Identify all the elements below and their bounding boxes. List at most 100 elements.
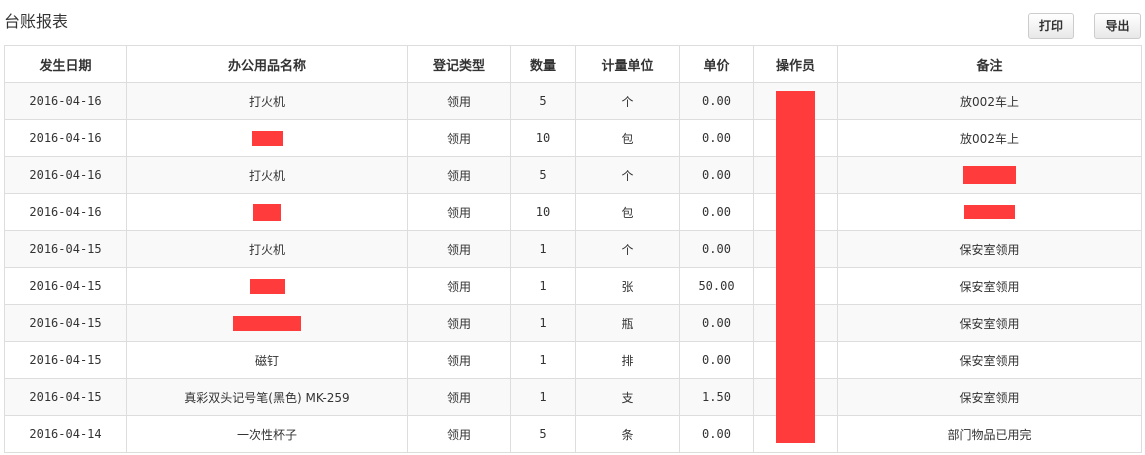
cell-unit: 个: [575, 82, 680, 120]
cell-price: 0.00: [679, 156, 754, 194]
redaction-mark: [233, 315, 301, 331]
cell-name: [126, 267, 408, 305]
ledger-table: 发生日期 办公用品名称 登记类型 数量 计量单位 单价 操作员 备注 2016-…: [4, 45, 1142, 453]
cell-remark: 保安室领用: [837, 378, 1142, 416]
cell-name: 打火机: [126, 156, 408, 194]
cell-type: 领用: [407, 415, 511, 453]
cell-price: 0.00: [679, 304, 754, 342]
print-button[interactable]: 打印: [1028, 13, 1074, 39]
header-unit[interactable]: 计量单位: [575, 45, 680, 83]
cell-name: 磁钉: [126, 341, 408, 379]
cell-type: 领用: [407, 230, 511, 268]
cell-type: 领用: [407, 378, 511, 416]
cell-name: [126, 304, 408, 342]
cell-type: 领用: [407, 341, 511, 379]
cell-name: 一次性杯子: [126, 415, 408, 453]
table-row[interactable]: 2016-04-15 领用 1 张 50.00 保安室领用: [4, 267, 1142, 305]
table-row[interactable]: 2016-04-16 领用 10 包 0.00: [4, 193, 1142, 231]
redaction-mark: [249, 278, 285, 294]
cell-qty: 10: [510, 119, 576, 157]
cell-date: 2016-04-15: [4, 378, 127, 416]
table-row[interactable]: 2016-04-15 真彩双头记号笔(黑色) MK-259 领用 1 支 1.5…: [4, 378, 1142, 416]
cell-price: 50.00: [679, 267, 754, 305]
export-button[interactable]: 导出: [1094, 13, 1141, 39]
cell-unit: 个: [575, 156, 680, 194]
cell-remark: 部门物品已用完: [837, 415, 1142, 453]
cell-name: 打火机: [126, 230, 408, 268]
cell-remark: 放002车上: [837, 82, 1142, 120]
cell-unit: 条: [575, 415, 680, 453]
cell-price: 0.00: [679, 82, 754, 120]
table-row[interactable]: 2016-04-15 领用 1 瓶 0.00 保安室领用: [4, 304, 1142, 342]
cell-remark: 保安室领用: [837, 267, 1142, 305]
cell-price: 0.00: [679, 341, 754, 379]
cell-price: 0.00: [679, 119, 754, 157]
header-operator[interactable]: 操作员: [753, 45, 838, 83]
page-title: 台账报表: [4, 12, 69, 31]
cell-date: 2016-04-16: [4, 119, 127, 157]
redaction-mark: [251, 130, 283, 146]
cell-name: [126, 119, 408, 157]
cell-date: 2016-04-15: [4, 304, 127, 342]
table-row[interactable]: 2016-04-16 打火机 领用 5 个 0.00: [4, 156, 1142, 194]
cell-qty: 1: [510, 230, 576, 268]
table-header-row: 发生日期 办公用品名称 登记类型 数量 计量单位 单价 操作员 备注: [4, 45, 1142, 83]
cell-date: 2016-04-15: [4, 230, 127, 268]
cell-date: 2016-04-16: [4, 193, 127, 231]
cell-remark: 保安室领用: [837, 230, 1142, 268]
cell-name: 打火机: [126, 82, 408, 120]
cell-price: 0.00: [679, 230, 754, 268]
cell-type: 领用: [407, 119, 511, 157]
table-row[interactable]: 2016-04-15 磁钉 领用 1 排 0.00 保安室领用: [4, 341, 1142, 379]
table-row[interactable]: 2016-04-16 领用 10 包 0.00 放002车上: [4, 119, 1142, 157]
header-date[interactable]: 发生日期: [4, 45, 127, 83]
cell-qty: 1: [510, 304, 576, 342]
redaction-mark: [963, 166, 1016, 184]
cell-qty: 5: [510, 415, 576, 453]
cell-type: 领用: [407, 304, 511, 342]
cell-unit: 排: [575, 341, 680, 379]
cell-unit: 瓶: [575, 304, 680, 342]
cell-qty: 1: [510, 341, 576, 379]
cell-type: 领用: [407, 193, 511, 231]
cell-date: 2016-04-15: [4, 341, 127, 379]
redaction-mark: [964, 205, 1015, 220]
cell-remark: [837, 193, 1142, 231]
header-type[interactable]: 登记类型: [407, 45, 511, 83]
operator-redaction-block: [776, 91, 815, 443]
table-row[interactable]: 2016-04-16 打火机 领用 5 个 0.00 放002车上: [4, 82, 1142, 120]
cell-remark: [837, 156, 1142, 194]
redaction-mark: [253, 203, 281, 221]
cell-date: 2016-04-16: [4, 156, 127, 194]
cell-date: 2016-04-14: [4, 415, 127, 453]
cell-price: 0.00: [679, 415, 754, 453]
header-name[interactable]: 办公用品名称: [126, 45, 408, 83]
table-row[interactable]: 2016-04-14 一次性杯子 领用 5 条 0.00 部门物品已用完: [4, 415, 1142, 453]
cell-qty: 10: [510, 193, 576, 231]
cell-unit: 张: [575, 267, 680, 305]
header-price[interactable]: 单价: [679, 45, 754, 83]
cell-date: 2016-04-16: [4, 82, 127, 120]
cell-qty: 5: [510, 82, 576, 120]
cell-unit: 包: [575, 119, 680, 157]
cell-qty: 5: [510, 156, 576, 194]
cell-qty: 1: [510, 267, 576, 305]
cell-date: 2016-04-15: [4, 267, 127, 305]
cell-price: 0.00: [679, 193, 754, 231]
cell-unit: 个: [575, 230, 680, 268]
cell-unit: 支: [575, 378, 680, 416]
cell-remark: 放002车上: [837, 119, 1142, 157]
cell-type: 领用: [407, 156, 511, 194]
header-remark[interactable]: 备注: [837, 45, 1142, 83]
cell-price: 1.50: [679, 378, 754, 416]
header-qty[interactable]: 数量: [510, 45, 576, 83]
cell-name: [126, 193, 408, 231]
cell-remark: 保安室领用: [837, 341, 1142, 379]
table-row[interactable]: 2016-04-15 打火机 领用 1 个 0.00 保安室领用: [4, 230, 1142, 268]
cell-remark: 保安室领用: [837, 304, 1142, 342]
cell-name: 真彩双头记号笔(黑色) MK-259: [126, 378, 408, 416]
cell-type: 领用: [407, 267, 511, 305]
cell-type: 领用: [407, 82, 511, 120]
cell-unit: 包: [575, 193, 680, 231]
cell-qty: 1: [510, 378, 576, 416]
